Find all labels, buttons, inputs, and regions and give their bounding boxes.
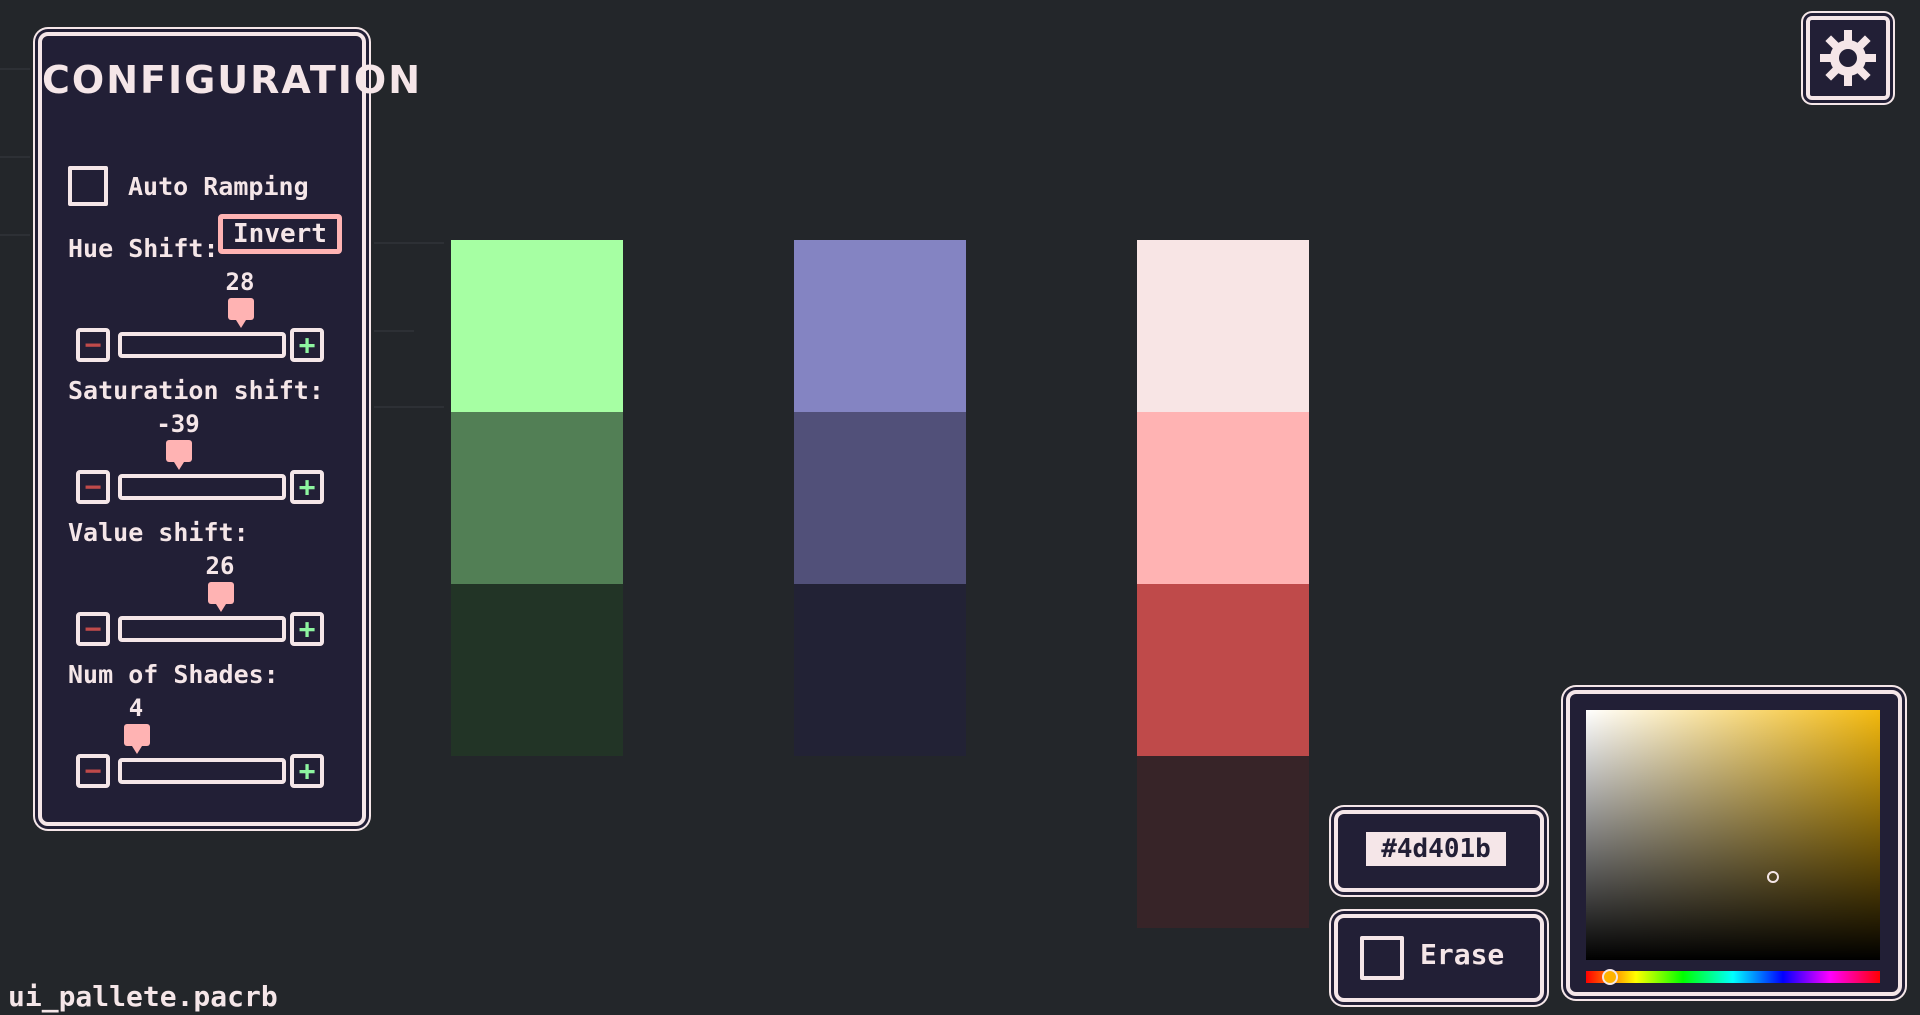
saturation-shift-decrease-button[interactable]: −: [76, 470, 110, 504]
palette-2-swatch-1[interactable]: [794, 240, 966, 412]
background-line: [0, 234, 30, 236]
palette-3-swatch-2[interactable]: [1137, 412, 1309, 584]
auto-ramping-checkbox[interactable]: [68, 166, 108, 206]
saturation-shift-increase-button[interactable]: +: [290, 470, 324, 504]
saturation-value-square[interactable]: [1586, 710, 1880, 960]
value-shift-slider-thumb[interactable]: [208, 582, 234, 612]
background-line: [0, 68, 30, 70]
saturation-shift-slider-thumb[interactable]: [166, 440, 192, 470]
value-shift-slider-track[interactable]: [118, 616, 286, 642]
erase-label: Erase: [1420, 938, 1505, 971]
hue-shift-slider-thumb[interactable]: [228, 298, 254, 328]
hue-shift-label: Hue Shift:: [68, 234, 219, 263]
settings-button[interactable]: [1806, 16, 1890, 100]
gear-icon: [1820, 30, 1876, 86]
color-picker-panel: [1566, 690, 1902, 996]
hue-shift-slider-track[interactable]: [118, 332, 286, 358]
erase-panel: Erase: [1334, 914, 1544, 1002]
value-shift-value: 26: [205, 552, 235, 580]
palette-2-swatch-3[interactable]: [794, 584, 966, 756]
palette-1-swatch-1[interactable]: [451, 240, 623, 412]
erase-checkbox[interactable]: [1360, 936, 1404, 980]
palette-2-swatch-2[interactable]: [794, 412, 966, 584]
background-line: [374, 242, 444, 244]
hue-slider-thumb[interactable]: [1602, 969, 1618, 985]
saturation-shift-slider-track[interactable]: [118, 474, 286, 500]
file-name: ui_pallete.pacrb: [8, 980, 278, 1013]
value-shift-increase-button[interactable]: +: [290, 612, 324, 646]
auto-ramping-label: Auto Ramping: [128, 172, 309, 201]
value-shift-decrease-button[interactable]: −: [76, 612, 110, 646]
num-shades-value: 4: [128, 694, 144, 722]
hue-slider[interactable]: [1586, 971, 1880, 983]
palette-3-swatch-4[interactable]: [1137, 756, 1309, 928]
value-shift-label: Value shift:: [68, 518, 249, 547]
background-line: [374, 330, 414, 332]
num-shades-increase-button[interactable]: +: [290, 754, 324, 788]
background-line: [0, 156, 30, 158]
palette-1-swatch-3[interactable]: [451, 584, 623, 756]
color-picker-cursor[interactable]: [1767, 871, 1779, 883]
palette-1-swatch-2[interactable]: [451, 412, 623, 584]
num-shades-label: Num of Shades:: [68, 660, 279, 689]
hex-input-panel: #4d401b: [1334, 810, 1544, 892]
saturation-shift-value: -39: [156, 410, 200, 438]
panel-title: CONFIGURATION: [42, 58, 423, 102]
background-line: [374, 406, 444, 408]
num-shades-slider-thumb[interactable]: [124, 724, 150, 754]
hue-shift-increase-button[interactable]: +: [290, 328, 324, 362]
num-shades-slider-track[interactable]: [118, 758, 286, 784]
saturation-shift-label: Saturation shift:: [68, 376, 324, 405]
num-shades-decrease-button[interactable]: −: [76, 754, 110, 788]
palette-3-swatch-1[interactable]: [1137, 240, 1309, 412]
configuration-panel: CONFIGURATION Auto Ramping Hue Shift: In…: [38, 32, 423, 826]
hue-shift-value: 28: [225, 268, 255, 296]
palette-3-swatch-3[interactable]: [1137, 584, 1309, 756]
hex-color-input[interactable]: #4d401b: [1366, 832, 1506, 866]
hue-shift-decrease-button[interactable]: −: [76, 328, 110, 362]
invert-button[interactable]: Invert: [218, 214, 342, 254]
